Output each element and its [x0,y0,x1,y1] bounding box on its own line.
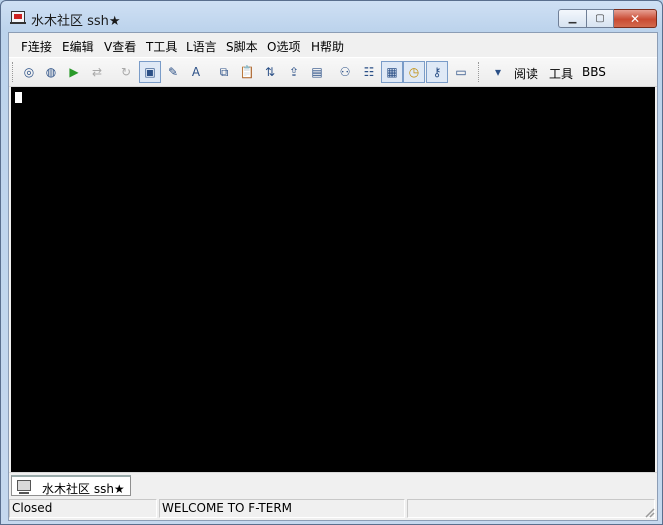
menu-options[interactable]: O选项 [267,38,300,55]
minimize-button[interactable]: ▁ [558,9,586,28]
read-button[interactable]: 阅读 [514,65,538,82]
paste-icon[interactable]: 📋 [236,61,258,83]
clock-icon[interactable]: ◷ [403,61,425,83]
send-icon[interactable]: ⇪ [283,61,305,83]
reconnect-icon[interactable]: ↻ [115,61,137,83]
monitor-icon [17,480,31,494]
session-tab-label: 水木社区 ssh★ [42,482,125,496]
maximize-button[interactable]: ▢ [586,9,614,28]
close-button[interactable]: ✕ [614,9,657,28]
title-bar[interactable]: 水木社区 ssh★ ▁ ▢ ✕ [1,1,662,34]
users-icon[interactable]: ⚇ [334,61,356,83]
copy-icon[interactable]: ⧉ [213,61,235,83]
tools-button[interactable]: 工具 [549,65,573,82]
keyboard-icon[interactable]: ▭ [450,61,472,83]
status-bar: Closed WELCOME TO F-TERM [9,497,657,520]
window-title: 水木社区 ssh★ [31,14,121,29]
menu-connect[interactable]: F连接 [21,38,52,55]
menu-language[interactable]: L语言 [186,38,217,55]
read-icon[interactable]: ▾ [487,61,509,83]
maximize-icon: ▢ [595,13,605,24]
status-message: WELCOME TO F-TERM [159,499,405,518]
app-window: 水木社区 ssh★ ▁ ▢ ✕ F连接 E编辑 V查看 T工具 L语言 S脚本 … [0,0,663,525]
edit-icon[interactable]: ✎ [162,61,184,83]
menu-script[interactable]: S脚本 [226,38,258,55]
key-icon[interactable]: ⚷ [426,61,448,83]
globe-icon[interactable]: ◍ [40,61,62,83]
status-extra [407,499,655,518]
menu-view[interactable]: V查看 [104,38,136,55]
toolbar: ◎ ◍ ▶ ⇄ ↻ ▣ ✎ A ⧉ 📋 ⇅ ⇪ ▤ ⚇ ☷ ▦ ◷ ⚷ ▭ ▾ … [9,57,657,87]
screen-icon[interactable]: ▣ [139,61,161,83]
toolbar-grip[interactable] [478,62,482,82]
terminal-app-icon [10,11,26,24]
client-area: F连接 E编辑 V查看 T工具 L语言 S脚本 O选项 H帮助 ◎ ◍ ▶ ⇄ … [8,32,658,521]
menu-bar: F连接 E编辑 V查看 T工具 L语言 S脚本 O选项 H帮助 [9,33,657,57]
image-icon[interactable]: ▦ [381,61,403,83]
list-icon[interactable]: ☷ [358,61,380,83]
font-icon[interactable]: A [185,61,207,83]
close-icon: ✕ [629,11,641,26]
toolbar-grip[interactable] [12,62,16,82]
play-icon[interactable]: ▶ [63,61,85,83]
resize-grip-icon[interactable] [643,506,655,518]
menu-tools[interactable]: T工具 [146,38,177,55]
bbs-button[interactable]: BBS [582,65,606,79]
connect-icon[interactable]: ◎ [18,61,40,83]
menu-edit[interactable]: E编辑 [62,38,94,55]
disconnect-icon[interactable]: ⇄ [86,61,108,83]
session-tab-strip: 水木社区 ssh★ [9,472,657,498]
menu-help[interactable]: H帮助 [311,38,344,55]
minimize-icon: ▁ [568,13,577,24]
terminal-cursor [15,92,22,103]
session-tab[interactable]: 水木社区 ssh★ [11,475,131,496]
terminal-screen[interactable] [11,87,655,472]
transfer-icon[interactable]: ⇅ [259,61,281,83]
page-icon[interactable]: ▤ [306,61,328,83]
connection-status: Closed [9,499,157,518]
